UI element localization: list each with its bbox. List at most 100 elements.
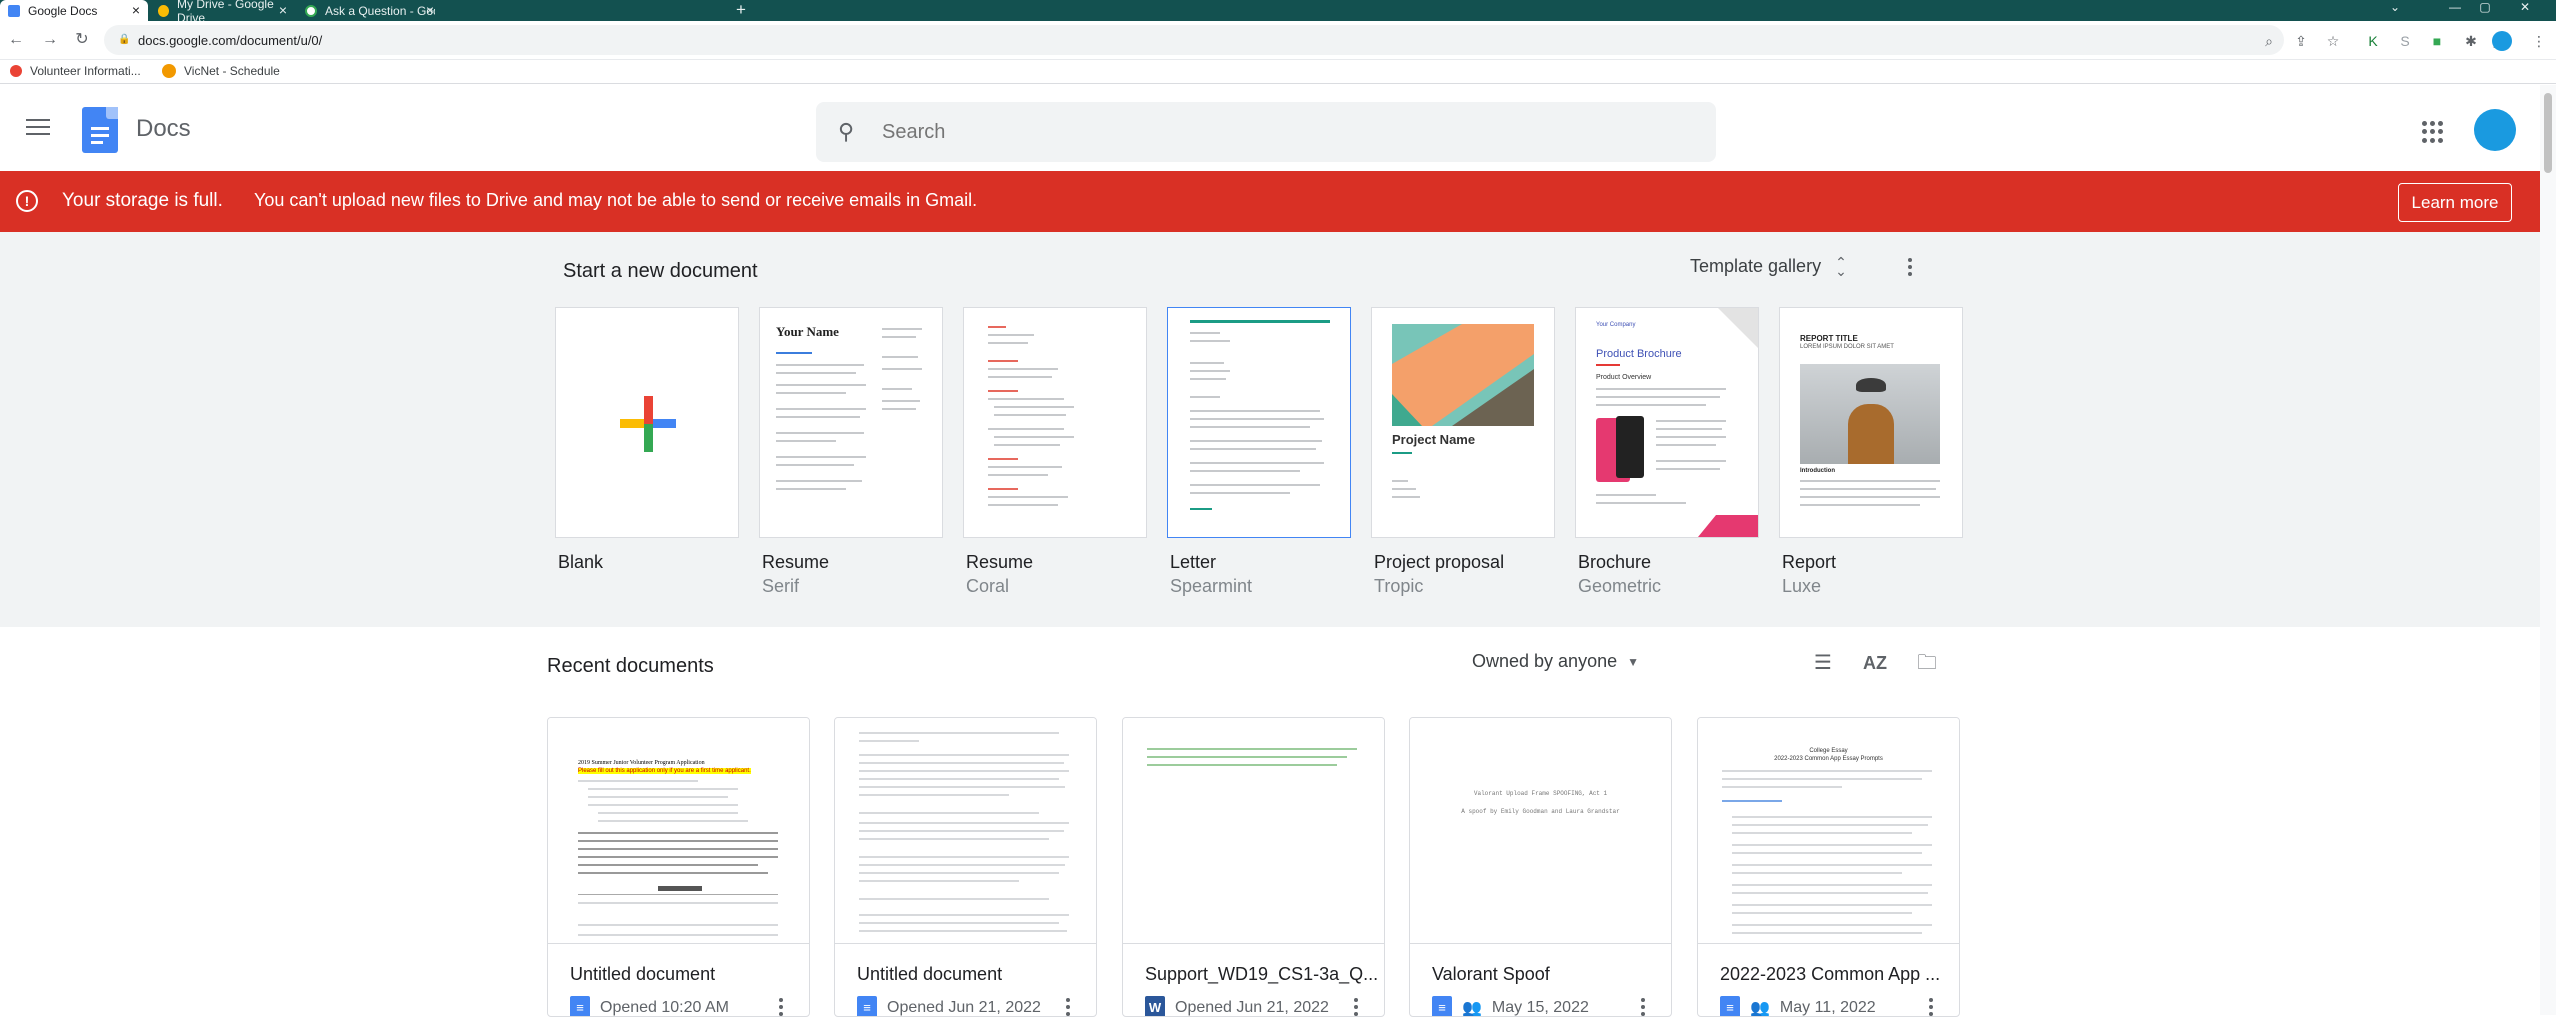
google-drive-favicon-icon [158,4,170,17]
bookmarks-bar: Volunteer Informati... VicNet - Schedule [0,60,2556,84]
sort-az-icon[interactable]: AZ [1862,650,1888,676]
doc-meta: W Opened Jun 21, 2022 [1145,996,1329,1016]
doc-meta: ≡ Opened 10:20 AM [570,996,729,1016]
banner-title: Your storage is full. [62,190,223,211]
template-name: Brochure [1578,552,1652,572]
new-tab-button[interactable]: + [736,0,746,21]
thumb-title: REPORT TITLE [1800,334,1858,343]
more-options-icon[interactable] [1354,998,1358,1016]
bookmark-volunteer[interactable]: Volunteer Informati... [10,64,141,78]
thumb-subtitle: LOREM IPSUM DOLOR SIT AMET [1800,344,1894,350]
template-thumbnail[interactable]: REPORT TITLE LOREM IPSUM DOLOR SIT AMET … [1779,307,1963,538]
search-icon[interactable]: ⚲ [838,119,864,145]
maximize-icon[interactable]: ▢ [2470,0,2500,16]
more-options-icon[interactable] [1908,258,1914,279]
app-title[interactable]: Docs [136,115,191,143]
recent-doc-card[interactable]: 2019 Summer Junior Volunteer Program App… [547,717,810,1017]
main-menu-icon[interactable] [26,119,50,137]
template-brochure[interactable]: Your Company Product Brochure Product Ov… [1575,307,1759,597]
extension-k-icon[interactable]: K [2364,32,2382,50]
template-subtitle: Spearmint [1170,576,1253,596]
close-window-icon[interactable]: ✕ [2510,0,2540,16]
more-options-icon[interactable] [1641,998,1645,1016]
more-options-icon[interactable] [1066,998,1070,1016]
recent-doc-card[interactable]: Untitled document ≡ Opened Jun 21, 2022 [834,717,1097,1017]
reload-icon[interactable]: ↻ [72,30,92,50]
doc-name[interactable]: Support_WD19_CS1-3a_Q... [1145,964,1378,985]
page-scrollbar[interactable] [2540,85,2556,1015]
back-icon[interactable]: ← [6,30,26,50]
google-apps-icon[interactable] [2422,121,2444,143]
browser-tab-google-docs[interactable]: Google Docs × [0,0,148,21]
recent-doc-card[interactable]: Valorant Upload Frame SPOOFING, Act 1 A … [1409,717,1672,1017]
scrollbar-thumb[interactable] [2544,93,2552,173]
doc-thumbnail[interactable]: Valorant Upload Frame SPOOFING, Act 1 A … [1410,718,1671,944]
template-resume-coral[interactable]: Resume Coral [963,307,1147,597]
template-thumbnail[interactable] [1167,307,1351,538]
share-icon[interactable]: ⇪ [2292,32,2310,50]
browser-tab-ask-question[interactable]: Ask a Question - Google Docs Ed × [297,0,442,21]
tab-title: Ask a Question - Google Docs Ed [325,3,435,18]
extension-s-icon[interactable]: S [2396,32,2414,50]
doc-name[interactable]: Valorant Spoof [1432,964,1550,985]
search-bar[interactable]: ⚲ [816,102,1716,162]
bookmark-vicnet[interactable]: VicNet - Schedule [162,64,280,78]
template-thumbnail[interactable]: Your Name [759,307,943,538]
search-input[interactable] [882,120,1682,144]
doc-thumbnail[interactable] [1123,718,1384,944]
doc-date: Opened 10:20 AM [600,999,729,1016]
bookmark-star-icon[interactable]: ☆ [2324,32,2342,50]
tab-search-icon[interactable]: ⌄ [2380,0,2410,16]
doc-name[interactable]: Untitled document [570,964,715,985]
browser-profile-avatar[interactable] [2492,31,2512,51]
error-icon: ! [16,190,38,212]
more-options-icon[interactable] [1929,998,1933,1016]
template-gallery-button[interactable]: Template gallery ⌃ ⌄ [1690,253,1847,279]
learn-more-button[interactable]: Learn more [2398,183,2512,222]
doc-thumbnail[interactable] [835,718,1096,944]
report-photo-icon [1800,364,1940,464]
doc-name[interactable]: 2022-2023 Common App ... [1720,964,1940,985]
doc-thumbnail[interactable]: 2019 Summer Junior Volunteer Program App… [548,718,809,944]
extension-green-icon[interactable]: ■ [2428,32,2446,50]
zoom-icon[interactable]: ⌕ [2260,32,2278,50]
template-project-proposal[interactable]: Project Name Project proposal Tropic [1371,307,1555,597]
doc-meta: ≡ Opened Jun 21, 2022 [857,996,1041,1016]
google-docs-file-icon: ≡ [1720,996,1740,1016]
browser-menu-icon[interactable]: ⋮ [2530,32,2548,50]
owner-filter-dropdown[interactable]: Owned by anyone ▼ [1472,651,1639,672]
doc-meta: ≡ 👥 May 11, 2022 [1720,996,1876,1016]
template-thumbnail[interactable] [963,307,1147,538]
more-options-icon[interactable] [779,998,783,1016]
close-tab-icon[interactable]: × [132,2,140,18]
extensions-puzzle-icon[interactable]: ✱ [2462,32,2480,50]
template-name: Letter [1170,552,1217,572]
template-blank[interactable]: Blank [555,307,739,573]
template-resume-serif[interactable]: Your Name Resume Serif [759,307,943,597]
template-letter-spearmint[interactable]: Letter Spearmint [1167,307,1351,597]
recent-doc-card[interactable]: College Essay 2022-2023 Common App Essay… [1697,717,1960,1017]
template-thumbnail[interactable]: Project Name [1371,307,1555,538]
bookmark-favicon-icon [10,65,22,77]
template-thumbnail[interactable] [555,307,739,538]
doc-preview-title: College Essay [1809,748,1848,754]
google-docs-logo-icon[interactable] [82,107,118,153]
account-avatar[interactable] [2474,109,2516,151]
template-report[interactable]: REPORT TITLE LOREM IPSUM DOLOR SIT AMET … [1779,307,1963,597]
doc-meta: ≡ 👥 May 15, 2022 [1432,996,1589,1016]
browser-tab-my-drive[interactable]: My Drive - Google Drive × [150,0,295,25]
close-tab-icon[interactable]: × [426,2,434,18]
minimize-icon[interactable]: — [2440,0,2470,16]
address-bar[interactable]: 🔒 docs.google.com/document/u/0/ [104,25,2284,55]
unfold-icon: ⌃ ⌄ [1835,253,1847,279]
doc-thumbnail[interactable]: College Essay 2022-2023 Common App Essay… [1698,718,1959,944]
url-text: docs.google.com/document/u/0/ [138,32,323,48]
list-view-icon[interactable]: ☰ [1810,650,1836,676]
close-tab-icon[interactable]: × [279,2,287,18]
dropdown-arrow-icon: ▼ [1627,654,1639,669]
doc-name[interactable]: Untitled document [857,964,1002,985]
open-folder-icon[interactable]: 🗀 [1914,650,1940,676]
forward-icon[interactable]: → [40,30,60,50]
template-thumbnail[interactable]: Your Company Product Brochure Product Ov… [1575,307,1759,538]
recent-doc-card[interactable]: Support_WD19_CS1-3a_Q... W Opened Jun 21… [1122,717,1385,1017]
